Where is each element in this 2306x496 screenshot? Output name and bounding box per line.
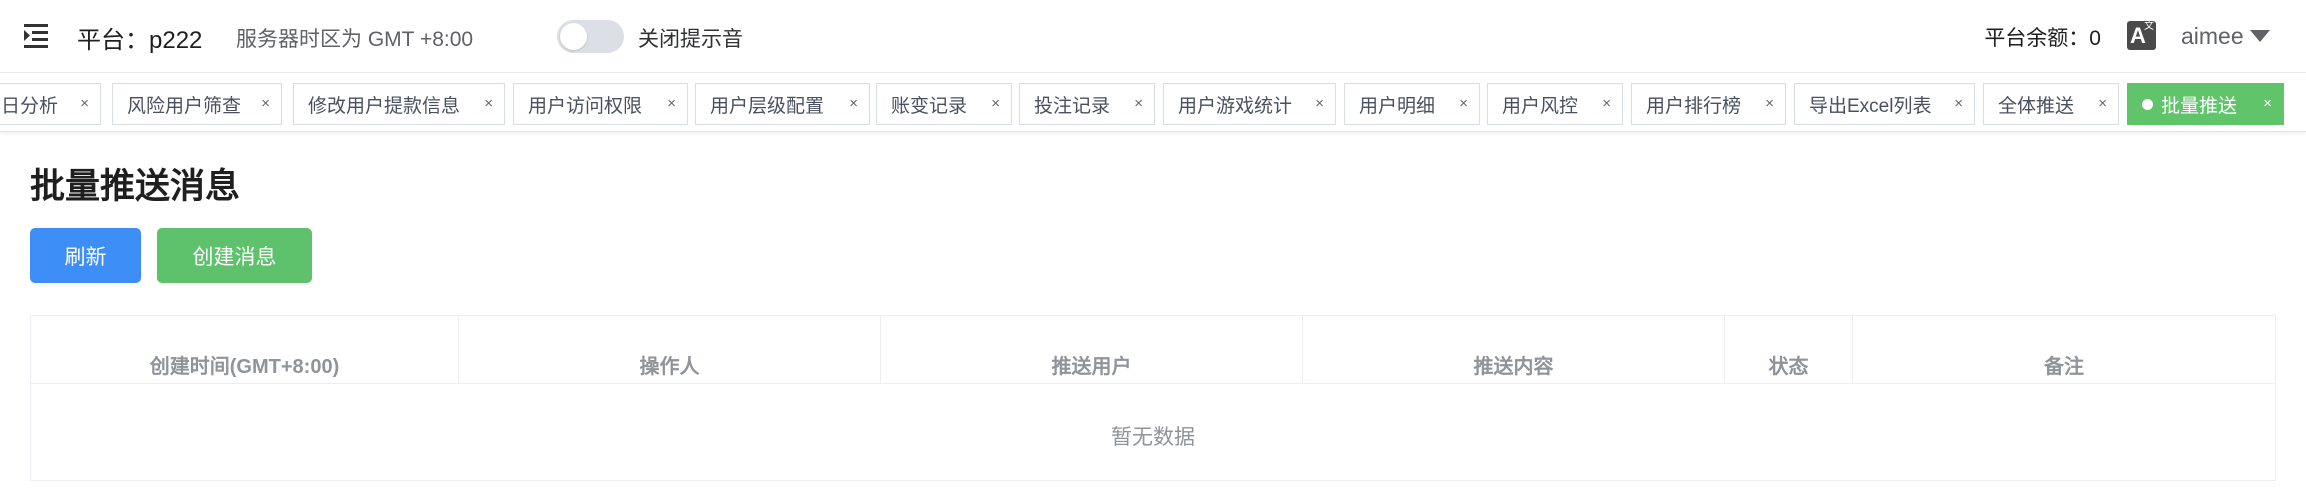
username: aimee: [2181, 22, 2244, 49]
close-icon[interactable]: ×: [667, 95, 676, 113]
close-icon[interactable]: ×: [1602, 95, 1611, 113]
page-title: 批量推送消息: [30, 167, 241, 206]
tab-bet-records[interactable]: 投注记录 ×: [1019, 83, 1155, 125]
tab-label: 用户游戏统计: [1178, 95, 1293, 117]
tab-edit-withdraw-info[interactable]: 修改用户提款信息 ×: [293, 83, 505, 125]
platform-balance: 平台余额：0: [1984, 27, 2101, 50]
tab-batch-push[interactable]: 批量推送 ×: [2127, 83, 2284, 125]
tab-risk-user-screening[interactable]: 风险用户筛查 ×: [112, 83, 282, 125]
tab-balance-change-log[interactable]: 账变记录 ×: [876, 83, 1012, 125]
active-dot-icon: [2142, 98, 2153, 110]
table-header: 创建时间(GMT+8:00) 操作人 推送用户 推送内容 状态 备注: [31, 316, 2275, 384]
tab-broadcast-all[interactable]: 全体推送 ×: [1983, 83, 2119, 125]
close-icon[interactable]: ×: [484, 95, 493, 113]
tab-user-access[interactable]: 用户访问权限 ×: [513, 83, 688, 125]
message-table: 创建时间(GMT+8:00) 操作人 推送用户 推送内容 状态 备注 暂无数据: [30, 315, 2276, 481]
column-header-content[interactable]: 推送内容: [1303, 316, 1725, 383]
tab-user-details[interactable]: 用户明细 ×: [1344, 83, 1480, 125]
close-icon[interactable]: ×: [80, 95, 89, 113]
tags-view-bar: 日分析 × 风险用户筛查 × 修改用户提款信息 × 用户访问权限 × 用户层级配…: [0, 72, 2306, 132]
platform-name: 平台：p222: [77, 27, 203, 54]
close-icon[interactable]: ×: [849, 95, 858, 113]
create-message-button[interactable]: 创建消息: [157, 228, 312, 283]
tab-user-game-stats[interactable]: 用户游戏统计 ×: [1163, 83, 1336, 125]
close-icon[interactable]: ×: [1954, 95, 1963, 113]
column-header-created-time[interactable]: 创建时间(GMT+8:00): [31, 316, 459, 383]
close-icon[interactable]: ×: [2263, 95, 2272, 113]
column-header-operator[interactable]: 操作人: [459, 316, 881, 383]
tab-label: 用户层级配置: [710, 95, 825, 117]
refresh-button[interactable]: 刷新: [30, 228, 141, 283]
translate-icon[interactable]: A 文: [2127, 21, 2156, 50]
server-timezone: 服务器时区为 GMT +8:00: [236, 28, 474, 51]
switch-knob: [560, 23, 587, 50]
tab-export-excel-list[interactable]: 导出Excel列表 ×: [1794, 83, 1975, 125]
tab-label: 账变记录: [891, 95, 968, 117]
close-icon[interactable]: ×: [2098, 95, 2107, 113]
tab-day-analysis[interactable]: 日分析 ×: [0, 83, 101, 125]
tab-label: 用户访问权限: [528, 95, 643, 117]
close-icon[interactable]: ×: [1134, 95, 1143, 113]
top-header: 平台：p222 服务器时区为 GMT +8:00 关闭提示音 平台余额：0 A …: [0, 0, 2306, 72]
tab-label: 投注记录: [1034, 95, 1111, 117]
tab-label: 风险用户筛查: [127, 95, 242, 117]
tab-label: 用户明细: [1359, 95, 1436, 117]
close-icon[interactable]: ×: [1765, 95, 1774, 113]
column-header-target-users[interactable]: 推送用户: [881, 316, 1303, 383]
tab-label: 批量推送: [2161, 95, 2238, 117]
tab-user-risk-control[interactable]: 用户风控 ×: [1487, 83, 1623, 125]
sound-toggle-switch[interactable]: [557, 20, 624, 53]
close-icon[interactable]: ×: [1315, 95, 1324, 113]
caret-down-icon: [2249, 30, 2270, 42]
tab-user-ranking[interactable]: 用户排行榜 ×: [1631, 83, 1786, 125]
tab-label: 日分析: [1, 95, 59, 117]
tab-label: 全体推送: [1998, 95, 2075, 117]
user-menu[interactable]: aimee: [2181, 21, 2270, 51]
tab-user-level-config[interactable]: 用户层级配置 ×: [695, 83, 870, 125]
tab-label: 用户排行榜: [1646, 95, 1742, 117]
tab-label: 修改用户提款信息: [308, 95, 461, 117]
close-icon[interactable]: ×: [991, 95, 1000, 113]
empty-state-text: 暂无数据: [1111, 426, 1195, 449]
close-icon[interactable]: ×: [261, 95, 270, 113]
tab-label: 导出Excel列表: [1809, 95, 1932, 117]
column-header-remarks[interactable]: 备注: [1853, 316, 2275, 383]
close-icon[interactable]: ×: [1459, 95, 1468, 113]
column-header-status[interactable]: 状态: [1725, 316, 1853, 383]
tab-label: 用户风控: [1502, 95, 1579, 117]
menu-fold-icon[interactable]: [24, 22, 54, 50]
sound-toggle-label: 关闭提示音: [638, 28, 743, 51]
